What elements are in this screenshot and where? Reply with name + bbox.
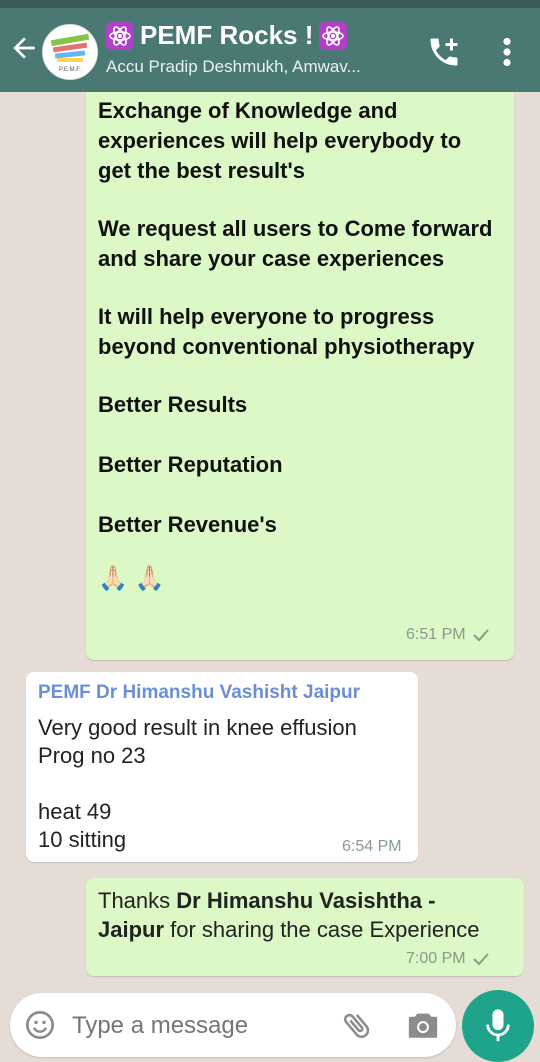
message-paragraph: Better Results [98,392,248,417]
add-call-icon[interactable] [426,34,462,70]
message-paragraph: It will help everyone to progress beyond… [98,304,475,359]
message-paragraph: We request all users to Come forward and… [98,216,493,271]
message-time: 7:00 PM [406,950,466,967]
status-bar [0,0,540,8]
group-name: PEMF Rocks ! [140,20,314,50]
message-line: Prog no 23 [38,743,146,768]
avatar-caption: P.E.M.F. [59,67,81,73]
atom-emoji-icon-2 [319,21,348,50]
atom-emoji-icon [106,21,134,50]
message-text: Exchange of Knowledge and experiences wi… [98,96,498,594]
read-check-icon [472,629,489,642]
message-time: 6:51 PM [406,626,466,643]
message-meta: 7:00 PM [406,950,490,968]
message-input[interactable] [70,1007,334,1045]
chat-area[interactable]: Exchange of Knowledge and experiences wi… [0,92,540,992]
message-paragraph: Better Revenue's [98,512,277,537]
message-bubble-incoming[interactable]: PEMF Dr Himanshu Vashisht Jaipur Very go… [26,672,418,862]
group-title: PEMF Rocks ! [106,20,406,51]
message-text: Very good result in knee effusion Prog n… [38,714,357,854]
message-text: Thanks Dr Himanshu Vasishtha - Jaipur fo… [98,886,506,944]
group-avatar[interactable]: P.E.M.F. [42,24,98,80]
more-options-icon[interactable] [492,34,522,70]
group-members: Accu Pradip Deshmukh, Amwav... [106,57,361,76]
message-meta: 6:54 PM [342,838,402,856]
message-bubble-outgoing[interactable]: Thanks Dr Himanshu Vasishtha - Jaipur fo… [86,878,524,976]
message-paragraph: Better Reputation [98,452,283,477]
message-suffix: for sharing the case Experience [164,917,480,942]
message-prefix: Thanks [98,888,177,913]
back-arrow-icon[interactable] [8,32,40,64]
chat-header: P.E.M.F. PEMF Rocks ! Accu Pradip Deshmu… [0,8,540,92]
voice-record-button[interactable] [462,990,534,1062]
read-check-icon [472,953,489,966]
message-line: 10 sitting [38,827,127,852]
message-line: Very good result in knee effusion [38,715,357,740]
message-time: 6:54 PM [342,838,402,855]
message-line: heat 49 [38,799,112,824]
chat-title-area[interactable]: PEMF Rocks ! Accu Pradip Deshmukh, Amwav… [106,20,406,77]
message-composer [10,993,456,1057]
message-bubble-outgoing[interactable]: Exchange of Knowledge and experiences wi… [86,92,514,660]
emoji-icon[interactable] [24,1009,56,1041]
sender-name[interactable]: PEMF Dr Himanshu Vashisht Jaipur [38,682,360,704]
message-meta: 6:51 PM [406,626,490,644]
message-paragraph: Exchange of Knowledge and experiences wi… [98,98,462,183]
message-emojis: 🙏🏻 🙏🏻 [98,565,165,592]
attach-icon[interactable] [340,1008,374,1042]
camera-icon[interactable] [406,1009,440,1041]
mic-icon [486,1009,510,1042]
